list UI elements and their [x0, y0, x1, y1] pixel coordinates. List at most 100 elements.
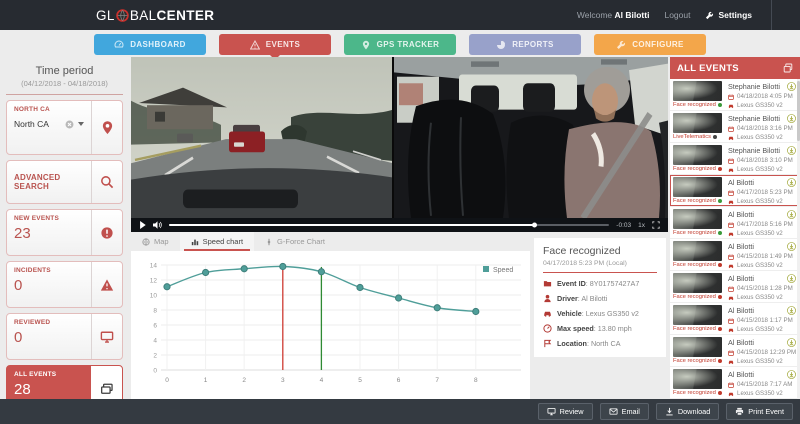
download-icon[interactable]: [787, 242, 796, 251]
event-vehicle: Lexus GS350 v2: [737, 102, 783, 109]
svg-text:0: 0: [165, 377, 169, 384]
event-vehicle: Lexus GS350 v2: [737, 390, 783, 397]
time-period-range: (04/12/2018 - 04/18/2018): [0, 79, 129, 88]
globe-logo-icon: [116, 9, 129, 22]
event-list-item[interactable]: Face recognized Al Bilotti 04/15/2018 1:…: [670, 239, 800, 271]
clear-icon[interactable]: [65, 120, 74, 129]
download-icon[interactable]: [787, 338, 796, 347]
event-list-item[interactable]: Face recognized Al Bilotti 04/15/2018 1:…: [670, 303, 800, 335]
download-icon[interactable]: [787, 178, 796, 187]
event-list-item[interactable]: Face recognized Al Bilotti 04/17/2018 5:…: [670, 175, 800, 207]
nav-dashboard[interactable]: DASHBOARD: [94, 34, 206, 55]
event-date: 04/15/2018 1:49 PM: [737, 253, 793, 260]
events-panel: ALL EVENTS Face recognized Stephanie Bil…: [670, 57, 800, 399]
download-icon[interactable]: [787, 146, 796, 155]
event-list-item[interactable]: Face recognized Al Bilotti 04/15/2018 7:…: [670, 367, 800, 399]
video-progress-bar[interactable]: [169, 224, 609, 226]
calendar-icon: [728, 222, 734, 228]
region-filter-card[interactable]: NORTH CA North CA: [6, 100, 123, 155]
progress-handle[interactable]: [532, 223, 537, 228]
event-tag-label: Face recognized: [673, 358, 716, 364]
volume-icon[interactable]: [153, 221, 162, 229]
tab-map[interactable]: Map: [131, 232, 180, 251]
event-tag-status-icon: [713, 135, 717, 139]
nav-configure[interactable]: CONFIGURE: [594, 34, 706, 55]
export-icon[interactable]: [783, 63, 793, 73]
event-thumbnail: [673, 145, 722, 165]
event-list-item[interactable]: LiveTelematics Stephanie Bilotti 04/18/2…: [670, 111, 800, 143]
play-icon[interactable]: [139, 221, 146, 229]
event-thumbnail: [673, 113, 722, 133]
progress-fill: [169, 224, 534, 226]
globe-icon: [142, 238, 150, 246]
nav-gps-tracker[interactable]: GPS TRACKER: [344, 34, 456, 55]
event-date: 04/17/2018 5:23 PM: [737, 189, 793, 196]
download-button[interactable]: Download: [656, 403, 719, 420]
download-icon[interactable]: [787, 370, 796, 379]
event-thumbnail: [673, 369, 722, 389]
review-button[interactable]: Review: [538, 403, 593, 420]
nav-reports[interactable]: REPORTS: [469, 34, 581, 55]
event-tag: Face recognized: [673, 390, 723, 396]
event-tag-status-icon: [718, 231, 722, 235]
event-list-item[interactable]: Face recognized Al Bilotti 04/15/2018 12…: [670, 335, 800, 367]
person-icon: [543, 294, 552, 303]
region-label: NORTH CA: [14, 106, 84, 113]
advanced-search-card[interactable]: ADVANCED SEARCH: [6, 160, 123, 204]
g-force-icon: [265, 238, 273, 246]
playback-rate[interactable]: 1x: [638, 222, 645, 229]
download-icon[interactable]: [787, 210, 796, 219]
logo-text-mid: BAL: [130, 8, 157, 23]
car-icon: [728, 327, 734, 333]
new-events-card[interactable]: NEW EVENTS 23: [6, 209, 123, 256]
download-icon[interactable]: [787, 306, 796, 315]
nav-events[interactable]: EVENTS: [219, 34, 331, 55]
speed-chart[interactable]: 02468101214012345678Speed: [131, 251, 530, 394]
dashcam-frame: [131, 57, 668, 218]
event-tag-label: Face recognized: [673, 326, 716, 332]
tab-speed-chart[interactable]: Speed chart: [180, 232, 254, 251]
event-tag-label: Face recognized: [673, 230, 716, 236]
event-list-item[interactable]: Face recognized Stephanie Bilotti 04/18/…: [670, 79, 800, 111]
svg-text:4: 4: [153, 337, 157, 344]
fullscreen-icon[interactable]: [652, 221, 660, 229]
event-vehicle: Lexus GS350 v2: [737, 134, 783, 141]
download-icon[interactable]: [787, 82, 796, 91]
print-event-button[interactable]: Print Event: [726, 403, 793, 420]
event-list-item[interactable]: Face recognized Stephanie Bilotti 04/18/…: [670, 143, 800, 175]
dashcam-video[interactable]: [131, 57, 668, 218]
time-remaining: -0:03: [616, 222, 631, 229]
reviewed-card[interactable]: REVIEWED 0: [6, 313, 123, 360]
event-tag-status-icon: [718, 103, 722, 107]
topbar-divider: [771, 0, 772, 30]
counter-label: NEW EVENTS: [14, 215, 84, 222]
events-panel-title: ALL EVENTS: [677, 63, 739, 74]
tab-g-force-chart[interactable]: G-Force Chart: [254, 232, 336, 251]
event-tag-label: Face recognized: [673, 294, 716, 300]
region-select[interactable]: North CA: [14, 119, 61, 129]
event-list-item[interactable]: Face recognized Al Bilotti 04/17/2018 5:…: [670, 207, 800, 239]
event-vehicle: Lexus GS350 v2: [737, 262, 783, 269]
car-icon: [728, 359, 734, 365]
logout-link[interactable]: Logout: [664, 10, 690, 20]
svg-text:3: 3: [281, 377, 285, 384]
download-icon: [665, 407, 674, 416]
svg-text:6: 6: [153, 322, 157, 329]
event-tag-label: Face recognized: [673, 390, 716, 396]
calendar-icon: [728, 318, 734, 324]
event-list-item[interactable]: Face recognized Al Bilotti 04/15/2018 1:…: [670, 271, 800, 303]
counter-value: 28: [14, 381, 84, 398]
email-button[interactable]: Email: [600, 403, 649, 420]
download-icon[interactable]: [787, 114, 796, 123]
detail-field-vehicle: Vehicle: Lexus GS350 v2: [543, 309, 657, 318]
top-bar: GL BALCENTER Welcome Al Bilotti Logout S…: [0, 0, 800, 30]
download-icon[interactable]: [787, 274, 796, 283]
counter-value: 23: [14, 225, 84, 242]
event-thumbnail: [673, 209, 722, 229]
event-detail-panel: Face recognized 04/17/2018 5:23 PM (Loca…: [534, 238, 666, 357]
incidents-card[interactable]: INCIDENTS 0: [6, 261, 123, 308]
settings-button[interactable]: Settings: [705, 10, 752, 20]
svg-text:4: 4: [320, 377, 324, 384]
counter-label: INCIDENTS: [14, 267, 84, 274]
chevron-down-icon[interactable]: [78, 122, 84, 126]
